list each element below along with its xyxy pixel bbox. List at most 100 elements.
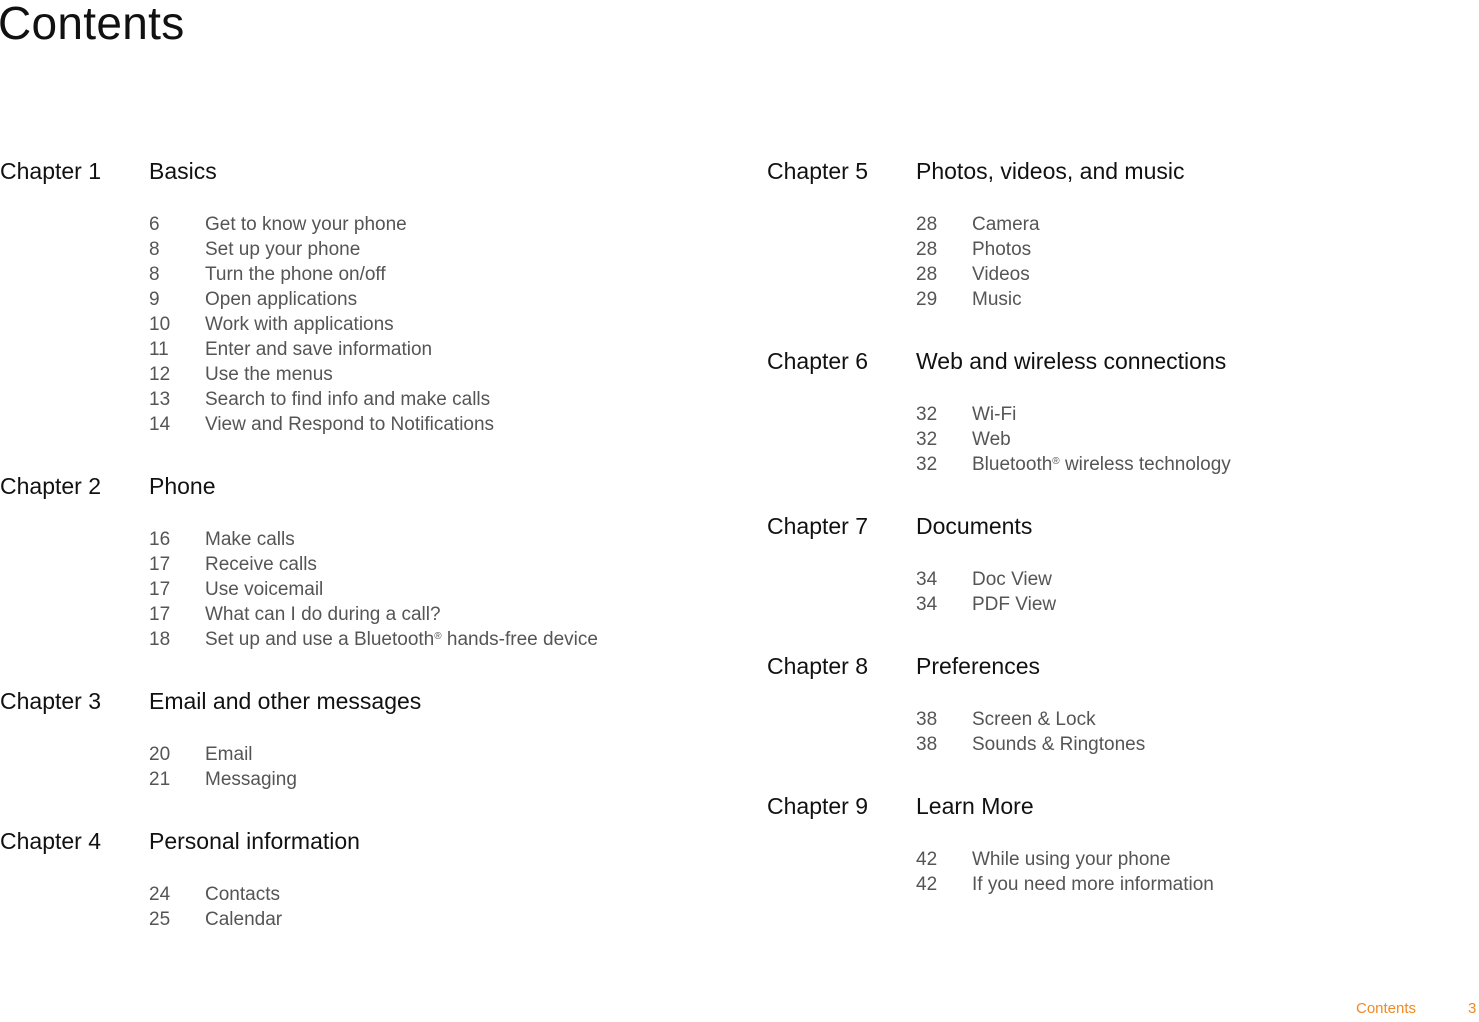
chapter-heading[interactable]: Chapter 8 Preferences xyxy=(767,649,1467,683)
toc-entry-label: Bluetooth® wireless technology xyxy=(972,453,1231,475)
chapter-number: Chapter 9 xyxy=(767,792,869,819)
toc-entry[interactable]: 14 View and Respond to Notifications xyxy=(149,412,740,437)
toc-entry[interactable]: 10 Work with applications xyxy=(149,312,740,337)
chapter-title: Preferences xyxy=(916,652,1041,679)
chapter-number: Chapter 8 xyxy=(767,652,869,679)
toc-entry[interactable]: 11 Enter and save information xyxy=(149,337,740,362)
toc-entry[interactable]: 38 Sounds & Ringtones xyxy=(916,732,1467,757)
toc-entry[interactable]: 20 Email xyxy=(149,742,740,767)
chapter-block: Chapter 1 Basics 6 Get to know your phone 8 S… xyxy=(0,154,740,437)
toc-entry[interactable]: 8 Turn the phone on/off xyxy=(149,262,740,287)
toc-entry-label: Calendar xyxy=(205,908,283,930)
toc-entry[interactable]: 12 Use the menus xyxy=(149,362,740,387)
toc-entry-label: Use the menus xyxy=(205,363,333,385)
toc-entry-page: 32 xyxy=(916,403,938,425)
toc-entry[interactable]: 34 PDF View xyxy=(916,592,1467,617)
chapter-block: Chapter 9 Learn More 42 While using your ph… xyxy=(767,789,1467,897)
toc-entry-page: 8 xyxy=(149,263,160,285)
topic-list: 38 Screen & Lock 38 Sounds & Ringtones xyxy=(767,707,1467,757)
chapter-heading[interactable]: Chapter 2 Phone xyxy=(0,469,740,503)
chapter-heading[interactable]: Chapter 1 Basics xyxy=(0,154,740,188)
toc-entry[interactable]: 9 Open applications xyxy=(149,287,740,312)
toc-entry[interactable]: 32 Web xyxy=(916,427,1467,452)
topic-list: 16 Make calls 17 Receive calls 17 Use voicema… xyxy=(0,527,740,652)
toc-entry[interactable]: 17 What can I do during a call? xyxy=(149,602,740,627)
toc-entry-label: While using your phone xyxy=(972,848,1171,870)
topic-list: 20 Email 21 Messaging xyxy=(0,742,740,792)
chapter-number: Chapter 5 xyxy=(767,157,869,184)
topic-list: 28 Camera 28 Photos 28 Videos 29 Music xyxy=(767,212,1467,312)
toc-entry[interactable]: 8 Set up your phone xyxy=(149,237,740,262)
chapter-block: Chapter 2 Phone 16 Make calls 17 Receive call… xyxy=(0,469,740,652)
footer-section-label: Contents xyxy=(1356,1000,1417,1017)
toc-entry-page: 20 xyxy=(149,743,171,765)
toc-entry[interactable]: 18 Set up and use a Bluetooth® hands-free… xyxy=(149,627,740,652)
toc-entry[interactable]: 42 If you need more information xyxy=(916,872,1467,897)
toc-entry-label: Screen & Lock xyxy=(972,708,1096,730)
chapter-heading[interactable]: Chapter 7 Documents xyxy=(767,509,1467,543)
chapter-heading[interactable]: Chapter 5 Photos, videos, and music xyxy=(767,154,1467,188)
chapter-number: Chapter 6 xyxy=(767,347,869,374)
toc-entry[interactable]: 24 Contacts xyxy=(149,882,740,907)
chapter-heading[interactable]: Chapter 6 Web and wireless connections xyxy=(767,344,1467,378)
toc-entry-label: Turn the phone on/off xyxy=(205,263,386,285)
toc-entry-label: Messaging xyxy=(205,768,297,790)
toc-entry[interactable]: 17 Receive calls xyxy=(149,552,740,577)
chapter-heading[interactable]: Chapter 3 Email and other messages xyxy=(0,684,740,718)
toc-entry-label: What can I do during a call? xyxy=(205,603,441,625)
topic-list: 42 While using your phone 42 If you need mo… xyxy=(767,847,1467,897)
chapter-block: Chapter 4 Personal information 24 Contacts 2… xyxy=(0,824,740,932)
toc-entry[interactable]: 6 Get to know your phone xyxy=(149,212,740,237)
registered-mark: ® xyxy=(434,630,442,642)
toc-entry[interactable]: 29 Music xyxy=(916,287,1467,312)
toc-entry[interactable]: 32 Wi-Fi xyxy=(916,402,1467,427)
toc-entry-page: 42 xyxy=(916,848,938,870)
toc-entry-label: If you need more information xyxy=(972,873,1214,895)
chapter-number: Chapter 7 xyxy=(767,512,869,539)
toc-entry-label: Photos xyxy=(972,238,1032,260)
toc-entry[interactable]: 42 While using your phone xyxy=(916,847,1467,872)
chapter-number: Chapter 3 xyxy=(0,687,102,714)
toc-entry-page: 42 xyxy=(916,873,938,895)
toc-entry-label: View and Respond to Notifications xyxy=(205,413,495,435)
chapter-number: Chapter 2 xyxy=(0,472,102,499)
toc-entry[interactable]: 13 Search to find info and make calls xyxy=(149,387,740,412)
toc-entry-page: 32 xyxy=(916,428,938,450)
toc-entry-page: 8 xyxy=(149,238,160,260)
toc-entry[interactable]: 38 Screen & Lock xyxy=(916,707,1467,732)
toc-entry[interactable]: 21 Messaging xyxy=(149,767,740,792)
toc-entry-label: Web xyxy=(972,428,1011,450)
toc-entry-page: 16 xyxy=(149,528,171,550)
chapter-title: Photos, videos, and music xyxy=(916,157,1185,184)
toc-entry-page: 24 xyxy=(149,883,171,905)
toc-entry-label: Music xyxy=(972,288,1022,310)
toc-entry-page: 32 xyxy=(916,453,938,475)
toc-entry[interactable]: 32 Bluetooth® wireless technology xyxy=(916,452,1467,477)
chapter-block: Chapter 3 Email and other messages 20 Email… xyxy=(0,684,740,792)
toc-entry-page: 38 xyxy=(916,708,938,730)
toc-entry-page: 17 xyxy=(149,553,171,575)
toc-entry-label: Videos xyxy=(972,263,1030,285)
toc-entry[interactable]: 17 Use voicemail xyxy=(149,577,740,602)
chapter-heading[interactable]: Chapter 9 Learn More xyxy=(767,789,1467,823)
toc-entry[interactable]: 16 Make calls xyxy=(149,527,740,552)
toc-entry[interactable]: 28 Photos xyxy=(916,237,1467,262)
toc-entry-label: Use voicemail xyxy=(205,578,324,600)
toc-entry-page: 17 xyxy=(149,603,171,625)
registered-mark: ® xyxy=(1052,455,1060,467)
toc-entry-page: 11 xyxy=(149,338,169,360)
toc-entry[interactable]: 34 Doc View xyxy=(916,567,1467,592)
chapter-title: Phone xyxy=(149,472,216,499)
topic-list: 32 Wi-Fi 32 Web 32 Bluetooth® wireless techno… xyxy=(767,402,1467,477)
chapter-number: Chapter 1 xyxy=(0,157,102,184)
toc-entry-label: Receive calls xyxy=(205,553,317,575)
toc-entry[interactable]: 28 Videos xyxy=(916,262,1467,287)
toc-entry[interactable]: 28 Camera xyxy=(916,212,1467,237)
toc-entry[interactable]: 25 Calendar xyxy=(149,907,740,932)
chapter-title: Basics xyxy=(149,157,217,184)
toc-entry-page: 28 xyxy=(916,238,938,260)
chapter-heading[interactable]: Chapter 4 Personal information xyxy=(0,824,740,858)
chapter-title: Documents xyxy=(916,512,1033,539)
chapter-number: Chapter 4 xyxy=(0,827,102,854)
toc-entry-page: 13 xyxy=(149,388,171,410)
